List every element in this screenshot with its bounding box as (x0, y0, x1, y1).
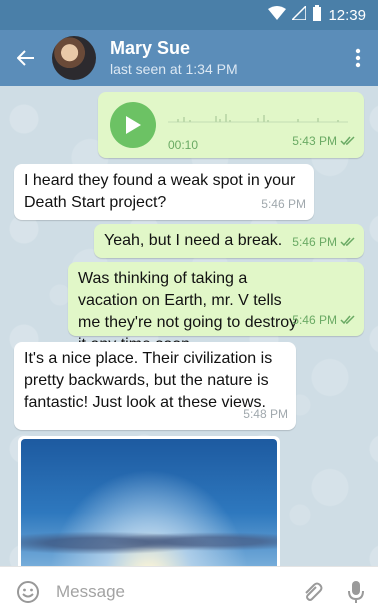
message-meta: 5:48 PM (243, 403, 288, 425)
arrow-left-icon (17, 50, 34, 66)
attach-button[interactable] (290, 567, 334, 616)
message-time: 5:46 PM (261, 197, 306, 211)
avatar[interactable] (52, 36, 96, 80)
voice-duration: 00:10 (168, 138, 199, 152)
message-time: 5:48 PM (243, 407, 288, 421)
menu-button[interactable] (338, 30, 378, 86)
message-input[interactable] (56, 581, 290, 602)
audio-waveform (168, 114, 348, 123)
incoming-message: I heard they found a weak spot in your D… (14, 164, 314, 220)
microphone-button[interactable] (334, 567, 378, 616)
microphone-icon (348, 580, 364, 603)
incoming-message: It's a nice place. Their civilization is… (14, 342, 296, 430)
chat-title[interactable]: Mary Sue last seen at 1:34 PM (110, 37, 238, 79)
message-time: 5:46 PM (292, 235, 337, 249)
voice-message: 00:10 5:43 PM (98, 92, 364, 158)
emoji-button[interactable] (0, 567, 56, 616)
message-meta: 5:43 PM (292, 130, 356, 152)
message-meta: 5:46 PM (292, 231, 356, 253)
contact-name: Mary Sue (110, 38, 191, 58)
wifi-icon (268, 6, 287, 24)
outgoing-message: Yeah, but I need a break. 5:46 PM (94, 224, 364, 258)
message-meta: 5:46 PM (261, 193, 306, 215)
message-time: 5:46 PM (292, 313, 337, 327)
signal-icon (290, 4, 308, 24)
outgoing-message: Was thinking of taking a vacation on Ear… (68, 262, 364, 353)
double-check-icon (340, 136, 355, 146)
smiley-icon (17, 580, 39, 603)
photo-message[interactable] (18, 436, 280, 566)
paperclip-icon (305, 582, 323, 601)
chat-header: Mary Sue last seen at 1:34 PM (0, 30, 378, 86)
last-seen-status: last seen at 1:34 PM (110, 61, 238, 77)
play-button[interactable] (110, 102, 156, 148)
message-time: 5:43 PM (292, 134, 337, 148)
double-check-icon (340, 315, 355, 325)
message-list[interactable]: 00:10 5:43 PM I heard they found a weak … (0, 86, 378, 566)
message-text: Yeah, but I need a break. (104, 232, 283, 249)
double-check-icon (340, 237, 355, 247)
status-bar: 12:39 (0, 0, 378, 30)
message-composer (0, 566, 378, 616)
battery-icon (312, 5, 322, 25)
more-vertical-icon (355, 48, 361, 68)
status-time: 12:39 (328, 6, 366, 24)
play-icon (126, 116, 141, 134)
sky-photo (21, 439, 277, 566)
back-button[interactable] (0, 30, 52, 86)
message-meta: 5:46 PM (292, 309, 356, 331)
